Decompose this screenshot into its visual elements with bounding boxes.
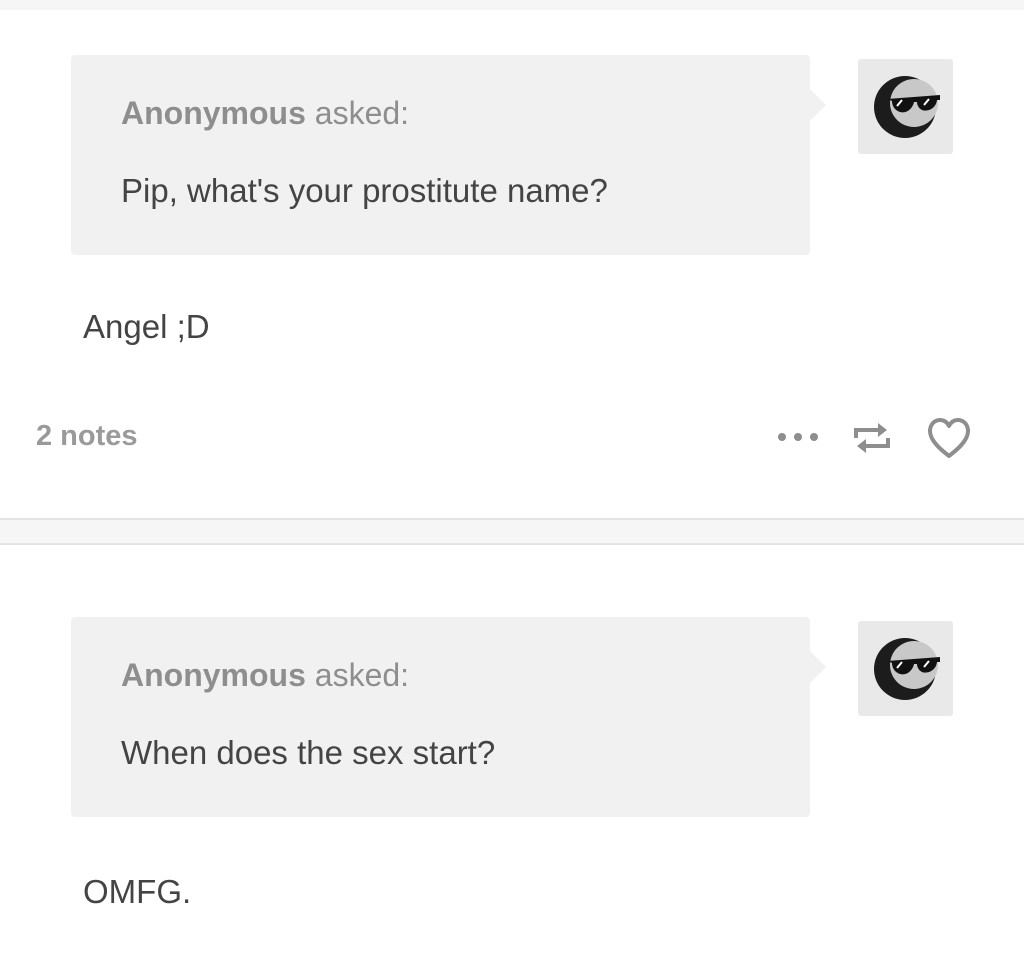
more-icon[interactable] (773, 424, 823, 450)
blog-avatar[interactable] (858, 59, 953, 154)
post-separator (0, 518, 1024, 545)
ask-header: Anonymous asked: (121, 95, 409, 132)
reblog-icon[interactable] (848, 418, 896, 458)
asked-label: asked: (314, 657, 410, 693)
ask-bubble: Anonymous asked: Pip, what's your prosti… (71, 55, 826, 255)
answer-text: Angel ;D (83, 308, 210, 345)
sunglasses-moon-avatar-icon (874, 76, 940, 138)
sunglasses-moon-avatar-icon (874, 638, 940, 700)
post-actions (0, 414, 1024, 462)
asked-label: asked: (314, 95, 410, 131)
like-icon[interactable] (925, 416, 973, 460)
question-text: When does the sex start? (121, 734, 496, 771)
ask-bubble: Anonymous asked: When does the sex start… (71, 617, 826, 817)
ask-post: Anonymous asked: Pip, what's your prosti… (0, 0, 1024, 518)
ask-post: Anonymous asked: When does the sex start… (0, 545, 1024, 972)
asker-name[interactable]: Anonymous (121, 95, 306, 131)
ask-header: Anonymous asked: (121, 657, 409, 694)
answer-text: OMFG. (83, 873, 192, 910)
blog-avatar[interactable] (858, 621, 953, 716)
question-text: Pip, what's your prostitute name? (121, 172, 608, 209)
asker-name[interactable]: Anonymous (121, 657, 306, 693)
